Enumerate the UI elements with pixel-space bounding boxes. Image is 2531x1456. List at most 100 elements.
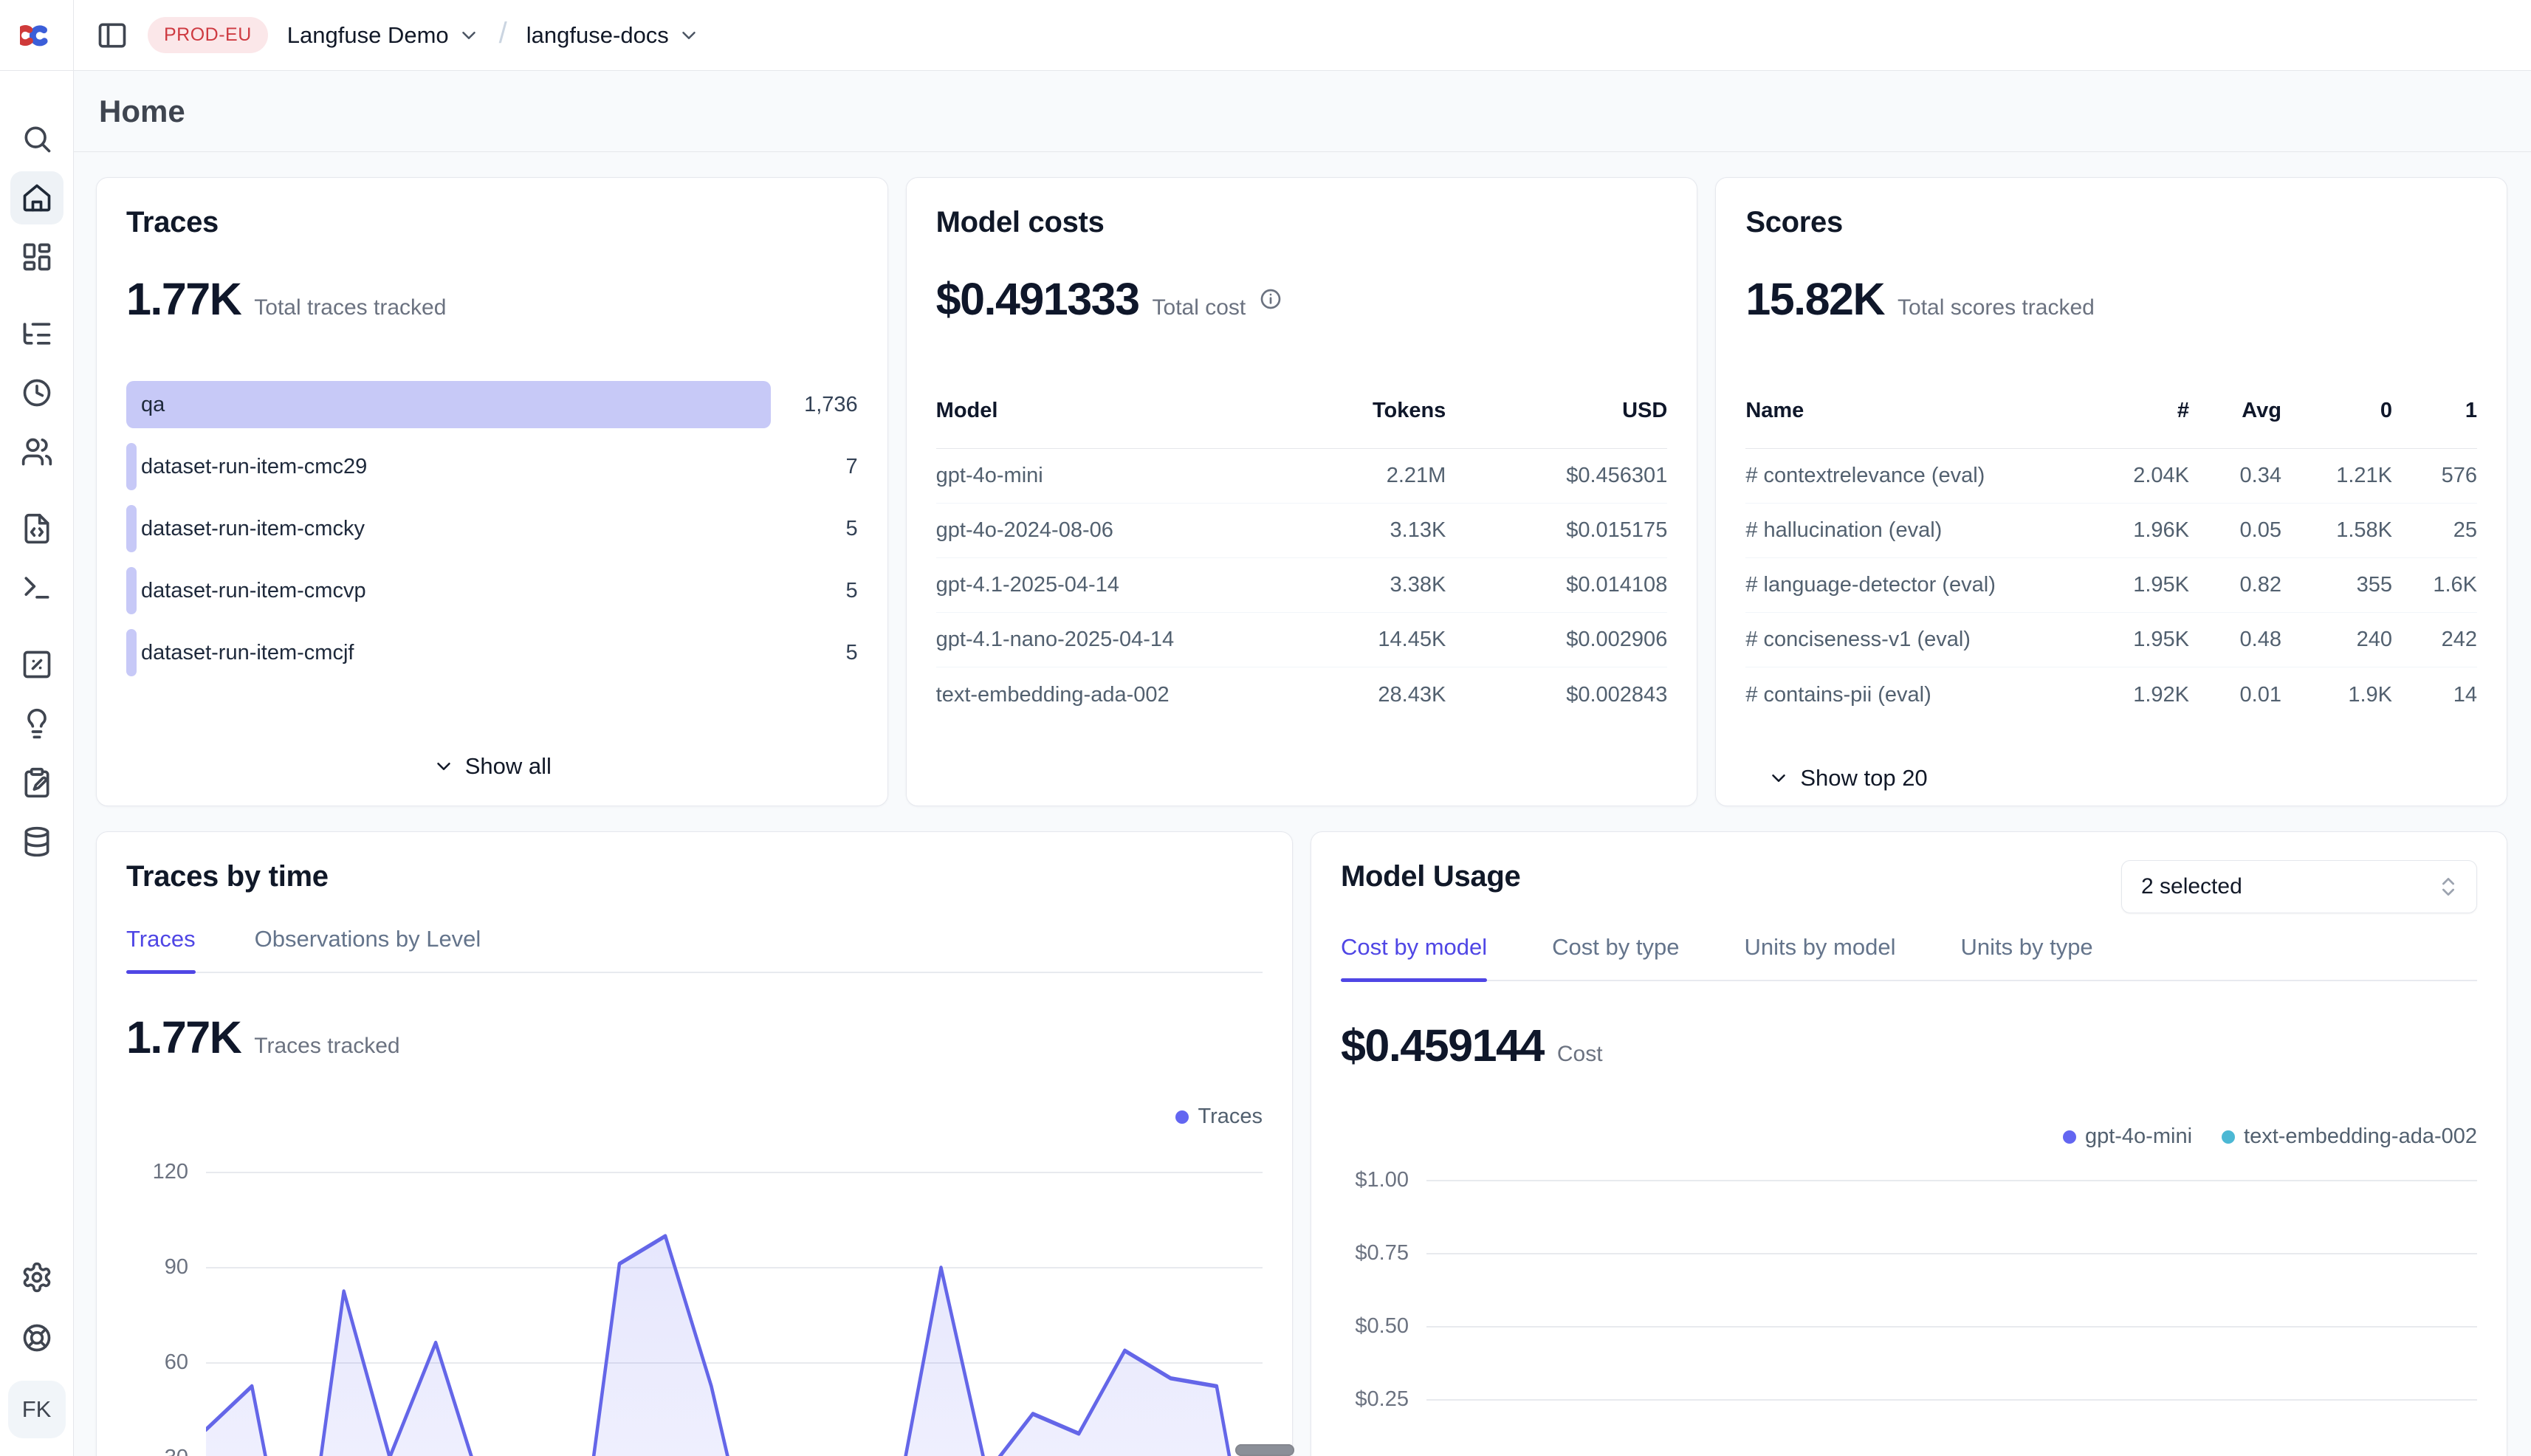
table-header-cell: Name	[1745, 399, 2064, 423]
tab-units-by-type[interactable]: Units by type	[1960, 934, 2092, 980]
traces-chart-plot	[206, 1135, 1263, 1456]
y-axis-tick: $0.75	[1355, 1240, 1409, 1266]
table-cell: 576	[2392, 464, 2477, 488]
tab-cost-by-type[interactable]: Cost by type	[1552, 934, 1679, 980]
legend-dot	[1175, 1110, 1189, 1124]
sidebar-item-dashboard[interactable]	[10, 230, 63, 284]
scores-card: Scores 15.82K Total scores tracked Name#…	[1715, 177, 2507, 806]
sidebar-item-tracing-tree[interactable]	[10, 307, 63, 360]
table-header-cell: USD	[1446, 399, 1667, 423]
project-name: langfuse-docs	[526, 22, 669, 49]
traces-by-time-stat: 1.77K Traces tracked	[126, 1012, 1263, 1063]
bar-value: 5	[771, 641, 858, 665]
avatar[interactable]: FK	[8, 1381, 66, 1438]
traces-chart-legend: Traces	[126, 1105, 1263, 1129]
model-usage-stat: $0.459144 Cost	[1341, 1020, 2477, 1071]
topbar: PROD-EU Langfuse Demo / langfuse-docs	[0, 0, 2531, 71]
sidebar-group	[10, 638, 63, 868]
sidebar-item-sessions-clock[interactable]	[10, 366, 63, 419]
y-axis-tick: 90	[165, 1254, 188, 1280]
horizontal-scrollbar-thumb[interactable]	[1235, 1444, 1294, 1456]
legend-item: Traces	[1175, 1105, 1263, 1129]
tab-cost-by-model[interactable]: Cost by model	[1341, 934, 1487, 980]
trace-bar-row[interactable]: dataset-run-item-cmc297	[126, 443, 858, 490]
org-switcher[interactable]: Langfuse Demo	[287, 22, 480, 49]
project-switcher[interactable]: langfuse-docs	[526, 22, 700, 49]
chevron-down-icon	[1768, 767, 1790, 789]
table-cell: $0.014108	[1446, 573, 1667, 597]
table-cell: gpt-4o-mini	[936, 464, 1262, 488]
y-axis-tick: 30	[165, 1444, 188, 1456]
table-cell: $0.015175	[1446, 518, 1667, 543]
y-axis-tick: $1.00	[1355, 1167, 1409, 1193]
sidebar-item-datasets-clipboard[interactable]	[10, 756, 63, 809]
model-select-dropdown[interactable]: 2 selected	[2121, 860, 2477, 913]
bar-label: dataset-run-item-cmcky	[141, 517, 365, 541]
table-cell: 25	[2392, 518, 2477, 543]
content: Traces 1.77K Total traces tracked qa1,73…	[74, 152, 2531, 1456]
app-root: PROD-EU Langfuse Demo / langfuse-docs FK…	[0, 0, 2531, 1456]
show-top-20-label: Show top 20	[1800, 765, 1927, 791]
table-cell: 355	[2281, 573, 2392, 597]
sidebar-item-database[interactable]	[10, 815, 63, 868]
trace-bar-row[interactable]: dataset-run-item-cmcky5	[126, 505, 858, 552]
table-row: # contextrelevance (eval)2.04K0.341.21K5…	[1745, 449, 2477, 504]
table-cell: 1.96K	[2064, 518, 2189, 543]
show-top-20-button[interactable]: Show top 20	[1768, 765, 2477, 791]
sidebar-item-playground-terminal[interactable]	[10, 561, 63, 614]
table-row: gpt-4o-2024-08-063.13K$0.015175	[936, 504, 1668, 558]
langfuse-logo	[20, 18, 54, 52]
traces-chart-y-axis: 120906030	[126, 1135, 206, 1456]
sidebar-item-evals-percent[interactable]	[10, 638, 63, 691]
table-cell: 240	[2281, 628, 2392, 652]
table-cell: text-embedding-ada-002	[936, 683, 1262, 707]
trace-bar-row[interactable]: dataset-run-item-cmcjf 5	[126, 629, 858, 676]
chevron-down-icon	[433, 755, 455, 777]
table-row: # conciseness-v1 (eval)1.95K0.48240242	[1745, 613, 2477, 667]
bar-label: dataset-run-item-cmcjf	[141, 641, 354, 665]
model-usage-header: Model Usage 2 selected	[1341, 860, 2477, 913]
chevrons-up-down-icon	[2436, 875, 2460, 899]
model-usage-tabs: Cost by model Cost by type Units by model U…	[1341, 934, 2477, 981]
traces-by-time-stat-label: Traces tracked	[254, 1034, 399, 1059]
scores-stat-number: 15.82K	[1745, 273, 1884, 325]
tab-units-by-model[interactable]: Units by model	[1744, 934, 1895, 980]
table-row: gpt-4.1-2025-04-143.38K$0.014108	[936, 558, 1668, 613]
show-all-button[interactable]: Show all	[433, 753, 552, 780]
tab-traces[interactable]: Traces	[126, 926, 196, 972]
topbar-inner: PROD-EU Langfuse Demo / langfuse-docs	[74, 0, 2531, 70]
table-cell: 28.43K	[1261, 683, 1446, 707]
table-cell: 0.01	[2189, 683, 2281, 707]
sidebar-toggle-button[interactable]	[96, 19, 128, 52]
table-cell: 1.58K	[2281, 518, 2392, 543]
tab-observations-by-level[interactable]: Observations by Level	[255, 926, 481, 972]
scores-stat-label: Total scores tracked	[1898, 295, 2095, 320]
traces-stat-label: Total traces tracked	[254, 295, 446, 320]
sidebar-item-search[interactable]	[10, 112, 63, 165]
table-cell: 14.45K	[1261, 628, 1446, 652]
bar-fill	[126, 381, 771, 428]
sidebar-item-prompts-file-code[interactable]	[10, 502, 63, 555]
sidebar-item-support-lifebuoy[interactable]	[10, 1311, 63, 1364]
sidebar-item-home[interactable]	[10, 171, 63, 224]
trace-bar-row[interactable]: qa1,736	[126, 381, 858, 428]
legend-label: gpt-4o-mini	[2085, 1124, 2192, 1149]
model-usage-plot	[1426, 1155, 2477, 1456]
table-cell: gpt-4o-2024-08-06	[936, 518, 1262, 543]
table-cell: # hallucination (eval)	[1745, 518, 2064, 543]
bottom-cards-row: Traces by time TracesObservations by Lev…	[96, 831, 2507, 1456]
bar-region: dataset-run-item-cmcjf	[126, 629, 771, 676]
traces-time-chart: 120906030	[126, 1135, 1263, 1456]
table-row: gpt-4.1-nano-2025-04-1414.45K$0.002906	[936, 613, 1668, 667]
info-icon	[1259, 287, 1282, 311]
sidebar-item-judge-lightbulb[interactable]	[10, 697, 63, 750]
table-cell: gpt-4.1-2025-04-14	[936, 573, 1262, 597]
trace-bar-row[interactable]: dataset-run-item-cmcvp5	[126, 567, 858, 614]
sidebar-item-settings-gear[interactable]	[10, 1251, 63, 1304]
sidebar-item-users[interactable]	[10, 425, 63, 478]
page-title: Home	[99, 94, 185, 129]
scores-stat: 15.82K Total scores tracked	[1745, 273, 2477, 325]
table-row: # contains-pii (eval)1.92K0.011.9K14	[1745, 667, 2477, 722]
table-cell: $0.456301	[1446, 464, 1667, 488]
traces-by-time-stat-number: 1.77K	[126, 1012, 241, 1063]
